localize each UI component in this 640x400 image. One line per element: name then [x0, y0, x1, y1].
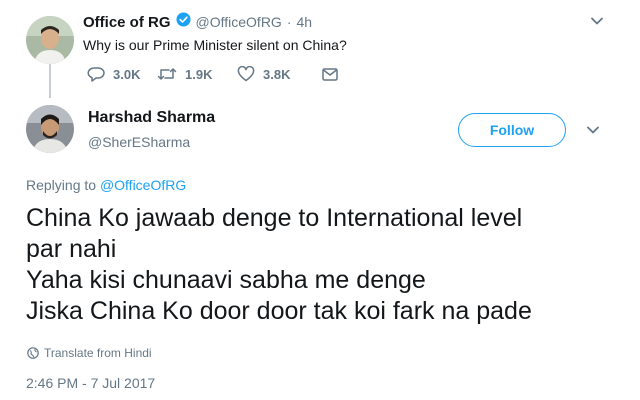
chevron-down-icon[interactable] — [590, 14, 604, 28]
tweet-timestamp[interactable]: 2:46 PM - 7 Jul 2017 — [26, 375, 155, 391]
retweet-icon — [157, 68, 177, 80]
tweet-text-line-3: Yaha kisi chunaavi sabha me denge — [26, 266, 426, 294]
message-action[interactable] — [321, 66, 339, 82]
tweet-text-line-4: Jiska China Ko door door tak koi fark na… — [26, 297, 532, 325]
message-icon — [322, 68, 338, 81]
reply-author-name-wrap: Harshad Sharma — [88, 109, 215, 127]
avatar-harshad-sharma[interactable] — [26, 105, 74, 153]
chevron-down-icon[interactable] — [586, 123, 600, 137]
tweet-text-line-2: par nahi — [26, 235, 117, 263]
translate-label: Translate from Hindi — [44, 346, 152, 360]
reply-count: 3.0K — [113, 66, 141, 82]
reply-action[interactable]: 3.0K — [87, 66, 157, 82]
replying-to: Replying to @OfficeOfRG — [26, 177, 186, 193]
translate-link[interactable]: Translate from Hindi — [27, 346, 152, 360]
tweet-text-line-1: China Ko jawaab denge to International l… — [26, 204, 523, 232]
separator-dot: · — [286, 14, 292, 30]
replying-prefix: Replying to — [26, 177, 97, 193]
retweet-action[interactable]: 1.9K — [157, 66, 237, 82]
parent-tweet-time[interactable]: 4h — [297, 14, 313, 30]
parent-tweet-text: Why is our Prime Minister silent on Chin… — [83, 37, 347, 53]
parent-author-name[interactable]: Office of RG — [83, 14, 171, 31]
follow-button[interactable]: Follow — [458, 113, 566, 147]
verified-badge-icon — [175, 12, 191, 32]
parent-tweet-actions: 3.0K 1.9K 3.8K — [87, 66, 339, 82]
like-icon — [237, 66, 255, 82]
parent-author-handle[interactable]: @OfficeOfRG — [196, 14, 282, 30]
reply-tweet-text: China Ko jawaab denge to International l… — [26, 203, 532, 327]
reply-author-name[interactable]: Harshad Sharma — [88, 109, 215, 126]
replying-handle-link[interactable]: @OfficeOfRG — [100, 177, 186, 193]
thread-connector-line — [49, 62, 51, 98]
parent-tweet-header: Office of RG @OfficeOfRG · 4h — [83, 12, 312, 32]
reply-author-handle[interactable]: @SherESharma — [88, 134, 190, 150]
globe-icon — [27, 347, 39, 359]
like-action[interactable]: 3.8K — [237, 66, 321, 82]
reply-icon — [87, 67, 105, 82]
avatar-office-of-rg[interactable] — [26, 16, 74, 64]
like-count: 3.8K — [263, 66, 291, 82]
retweet-count: 1.9K — [185, 66, 213, 82]
